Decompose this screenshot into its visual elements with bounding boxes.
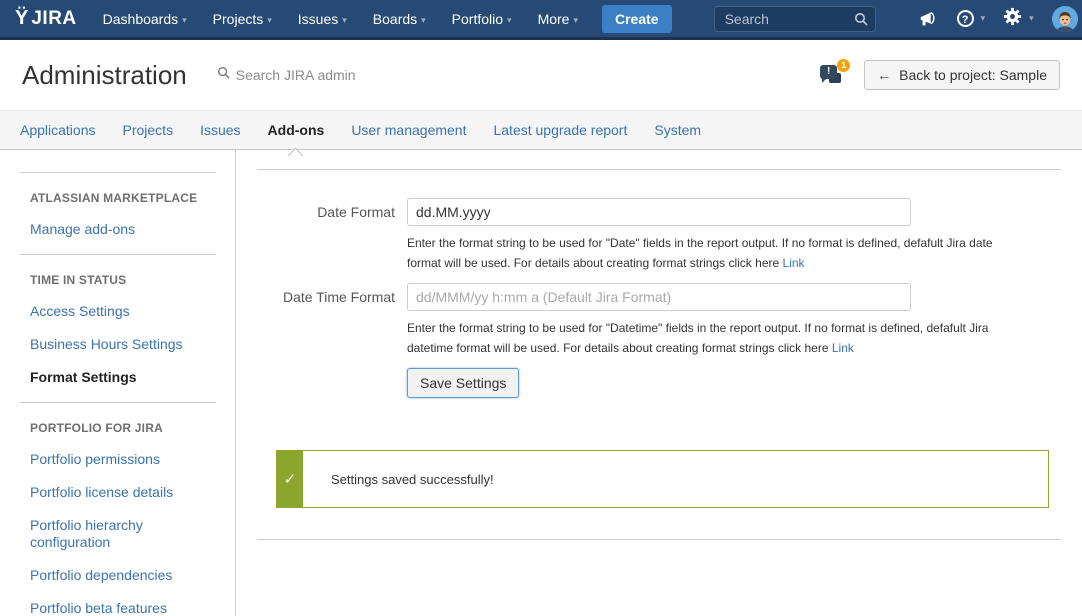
gear-icon [1003, 7, 1022, 31]
sidebar-item-access-settings[interactable]: Access Settings [30, 303, 217, 320]
user-menu[interactable]: ▾ [1047, 6, 1082, 32]
sidebar-item-portfolio-dependencies[interactable]: Portfolio dependencies [30, 567, 217, 584]
chevron-down-icon: ▾ [342, 15, 347, 25]
megaphone-icon[interactable] [912, 9, 944, 29]
navbar-icons: ? ▾ ▾ [912, 6, 1082, 32]
back-arrow-icon: ← [877, 67, 891, 83]
admin-header: Administration ! 1 ← Back to project: Sa… [0, 40, 1082, 110]
tab-latest-upgrade-report[interactable]: Latest upgrade report [493, 111, 627, 149]
date-format-label: Date Format [257, 198, 407, 273]
admin-tabs: Applications Projects Issues Add-ons Use… [0, 110, 1082, 150]
jira-logo-icon: Ÿ [15, 7, 27, 30]
divider [257, 539, 1061, 540]
settings-menu[interactable]: ▾ [998, 7, 1039, 31]
date-time-format-label: Date Time Format [257, 283, 407, 358]
nav-portfolio[interactable]: Portfolio▾ [452, 11, 512, 27]
jira-logo[interactable]: Ÿ JIRA [15, 7, 77, 30]
chevron-down-icon: ▾ [421, 15, 426, 25]
admin-sidebar: ATLASSIAN MARKETPLACE Manage add-ons TIM… [0, 150, 236, 616]
content-area: ATLASSIAN MARKETPLACE Manage add-ons TIM… [0, 150, 1082, 616]
tab-applications[interactable]: Applications [20, 111, 96, 149]
nav-issues[interactable]: Issues▾ [298, 11, 347, 27]
divider [20, 254, 216, 255]
admin-header-right: ! 1 ← Back to project: Sample [820, 59, 1060, 91]
chevron-down-icon: ▾ [182, 15, 187, 25]
sidebar-heading-time-in-status: TIME IN STATUS [30, 273, 217, 287]
page-title: Administration [22, 60, 187, 91]
search-icon [854, 12, 868, 31]
sidebar-item-format-settings[interactable]: Format Settings [30, 369, 217, 386]
checkmark-icon: ✓ [277, 451, 303, 507]
date-format-input[interactable] [407, 198, 911, 226]
top-navbar: Ÿ JIRA Dashboards▾ Projects▾ Issues▾ Boa… [0, 0, 1082, 40]
tab-system[interactable]: System [654, 111, 701, 149]
date-time-format-description: Enter the format string to be used for "… [407, 318, 1003, 358]
success-message-text: Settings saved successfully! [303, 472, 494, 487]
nav-projects[interactable]: Projects▾ [213, 11, 272, 27]
jira-logo-text: JIRA [31, 8, 76, 30]
avatar [1052, 6, 1078, 32]
tab-projects[interactable]: Projects [123, 111, 174, 149]
notification-badge: 1 [837, 59, 850, 72]
sidebar-item-portfolio-beta-features[interactable]: Portfolio beta features [30, 600, 217, 616]
tab-add-ons[interactable]: Add-ons [268, 111, 325, 149]
sidebar-item-manage-add-ons[interactable]: Manage add-ons [30, 221, 217, 238]
speech-bubble-icon: ! [820, 65, 837, 79]
main-panel: Date Format Enter the format string to b… [236, 150, 1082, 616]
divider [257, 169, 1061, 170]
tab-user-management[interactable]: User management [351, 111, 466, 149]
admin-search [217, 66, 426, 84]
chevron-down-icon: ▾ [1029, 13, 1034, 24]
format-settings-form: Date Format Enter the format string to b… [257, 198, 1061, 398]
tab-issues[interactable]: Issues [200, 111, 240, 149]
chevron-down-icon: ▾ [507, 15, 512, 25]
sidebar-item-portfolio-permissions[interactable]: Portfolio permissions [30, 451, 217, 468]
main-navigation: Dashboards▾ Projects▾ Issues▾ Boards▾ Po… [103, 11, 578, 27]
admin-search-input[interactable] [236, 67, 426, 83]
notifications-icon[interactable]: ! 1 [820, 59, 850, 91]
search-icon [217, 66, 230, 84]
help-icon: ? [957, 10, 974, 27]
sidebar-item-portfolio-license-details[interactable]: Portfolio license details [30, 484, 217, 501]
back-to-project-button[interactable]: ← Back to project: Sample [864, 60, 1060, 90]
date-format-row: Date Format Enter the format string to b… [257, 198, 1061, 273]
sidebar-item-business-hours-settings[interactable]: Business Hours Settings [30, 336, 217, 353]
sidebar-heading-atlassian-marketplace: ATLASSIAN MARKETPLACE [30, 191, 217, 205]
nav-more[interactable]: More▾ [538, 11, 578, 27]
chevron-down-icon: ▾ [981, 13, 986, 24]
date-format-description: Enter the format string to be used for "… [407, 233, 1003, 273]
date-time-format-row: Date Time Format Enter the format string… [257, 283, 1061, 358]
date-time-format-help-link[interactable]: Link [832, 341, 854, 355]
sidebar-item-portfolio-hierarchy-configuration[interactable]: Portfolio hierarchy configuration [30, 517, 217, 551]
nav-boards[interactable]: Boards▾ [373, 11, 426, 27]
date-time-format-input[interactable] [407, 283, 911, 311]
navbar-search-input[interactable] [714, 6, 876, 32]
nav-dashboards[interactable]: Dashboards▾ [103, 11, 187, 27]
date-format-help-link[interactable]: Link [783, 256, 805, 270]
sidebar-heading-portfolio-for-jira: PORTFOLIO FOR JIRA [30, 421, 217, 435]
divider [20, 172, 216, 173]
save-settings-button[interactable]: Save Settings [407, 368, 519, 398]
chevron-down-icon: ▾ [267, 15, 272, 25]
success-message: ✓ Settings saved successfully! [276, 450, 1049, 508]
navbar-search [714, 6, 876, 32]
help-menu[interactable]: ? ▾ [952, 10, 991, 27]
chevron-down-icon: ▾ [573, 15, 578, 25]
create-button[interactable]: Create [602, 5, 672, 33]
divider [20, 402, 216, 403]
